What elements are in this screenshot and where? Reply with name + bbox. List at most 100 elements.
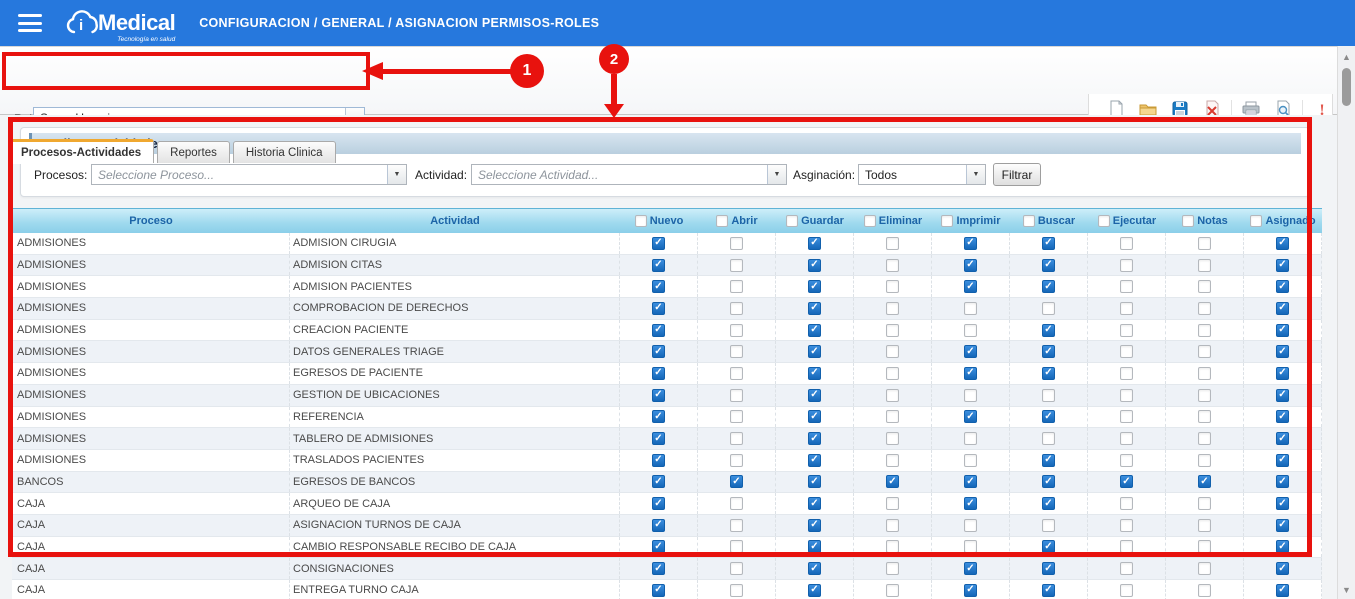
notas-checkbox[interactable]	[1198, 367, 1211, 380]
imprimir-checkbox[interactable]	[964, 345, 977, 358]
imprimir-checkbox[interactable]	[964, 237, 977, 250]
imprimir-checkbox[interactable]	[964, 519, 977, 532]
abrir-checkbox[interactable]	[730, 540, 743, 553]
asignado-checkbox[interactable]	[1276, 562, 1289, 575]
buscar-checkbox[interactable]	[1042, 280, 1055, 293]
buscar-checkbox[interactable]	[1042, 345, 1055, 358]
eliminar-checkbox[interactable]	[886, 475, 899, 488]
notas-checkbox[interactable]	[1198, 259, 1211, 272]
eliminar-checkbox[interactable]	[886, 454, 899, 467]
asignado-checkbox[interactable]	[1276, 519, 1289, 532]
imprimir-checkbox[interactable]	[964, 475, 977, 488]
vertical-scrollbar[interactable]: ▲ ▼	[1337, 46, 1355, 599]
guardar-checkbox[interactable]	[808, 237, 821, 250]
select-all-notas-checkbox[interactable]	[1182, 215, 1194, 227]
imprimir-checkbox[interactable]	[964, 280, 977, 293]
ejecutar-checkbox[interactable]	[1120, 540, 1133, 553]
ejecutar-checkbox[interactable]	[1120, 302, 1133, 315]
guardar-checkbox[interactable]	[808, 280, 821, 293]
imprimir-checkbox[interactable]	[964, 324, 977, 337]
scrollbar-thumb[interactable]	[1342, 68, 1351, 106]
abrir-checkbox[interactable]	[730, 280, 743, 293]
abrir-checkbox[interactable]	[730, 519, 743, 532]
notas-checkbox[interactable]	[1198, 410, 1211, 423]
tab-reportes[interactable]: Reportes	[157, 141, 230, 163]
eliminar-checkbox[interactable]	[886, 432, 899, 445]
asignado-checkbox[interactable]	[1276, 584, 1289, 597]
guardar-checkbox[interactable]	[808, 389, 821, 402]
buscar-checkbox[interactable]	[1042, 519, 1055, 532]
nuevo-checkbox[interactable]	[652, 519, 665, 532]
asignado-checkbox[interactable]	[1276, 410, 1289, 423]
notas-checkbox[interactable]	[1198, 454, 1211, 467]
abrir-checkbox[interactable]	[730, 562, 743, 575]
buscar-checkbox[interactable]	[1042, 540, 1055, 553]
select-all-buscar-checkbox[interactable]	[1023, 215, 1035, 227]
eliminar-checkbox[interactable]	[886, 345, 899, 358]
guardar-checkbox[interactable]	[808, 345, 821, 358]
nuevo-checkbox[interactable]	[652, 237, 665, 250]
asignado-checkbox[interactable]	[1276, 540, 1289, 553]
notas-checkbox[interactable]	[1198, 345, 1211, 358]
select-all-imprimir-checkbox[interactable]	[941, 215, 953, 227]
buscar-checkbox[interactable]	[1042, 432, 1055, 445]
nuevo-checkbox[interactable]	[652, 562, 665, 575]
buscar-checkbox[interactable]	[1042, 410, 1055, 423]
column-header-actividad[interactable]: Actividad	[290, 215, 620, 227]
select-all-nuevo-checkbox[interactable]	[635, 215, 647, 227]
abrir-checkbox[interactable]	[730, 389, 743, 402]
nuevo-checkbox[interactable]	[652, 454, 665, 467]
imprimir-checkbox[interactable]	[964, 454, 977, 467]
ejecutar-checkbox[interactable]	[1120, 389, 1133, 402]
eliminar-checkbox[interactable]	[886, 367, 899, 380]
procesos-select[interactable]: Seleccione Proceso... ▼	[91, 164, 407, 185]
abrir-checkbox[interactable]	[730, 475, 743, 488]
guardar-checkbox[interactable]	[808, 562, 821, 575]
nuevo-checkbox[interactable]	[652, 389, 665, 402]
notas-checkbox[interactable]	[1198, 562, 1211, 575]
abrir-checkbox[interactable]	[730, 584, 743, 597]
imprimir-checkbox[interactable]	[964, 302, 977, 315]
buscar-checkbox[interactable]	[1042, 454, 1055, 467]
buscar-checkbox[interactable]	[1042, 302, 1055, 315]
select-all-ejecutar-checkbox[interactable]	[1098, 215, 1110, 227]
asignado-checkbox[interactable]	[1276, 454, 1289, 467]
abrir-checkbox[interactable]	[730, 497, 743, 510]
eliminar-checkbox[interactable]	[886, 497, 899, 510]
buscar-checkbox[interactable]	[1042, 259, 1055, 272]
guardar-checkbox[interactable]	[808, 367, 821, 380]
asignado-checkbox[interactable]	[1276, 497, 1289, 510]
abrir-checkbox[interactable]	[730, 345, 743, 358]
nuevo-checkbox[interactable]	[652, 302, 665, 315]
abrir-checkbox[interactable]	[730, 432, 743, 445]
eliminar-checkbox[interactable]	[886, 410, 899, 423]
abrir-checkbox[interactable]	[730, 454, 743, 467]
guardar-checkbox[interactable]	[808, 432, 821, 445]
imprimir-checkbox[interactable]	[964, 389, 977, 402]
filtrar-button[interactable]: Filtrar	[993, 163, 1041, 186]
notas-checkbox[interactable]	[1198, 237, 1211, 250]
ejecutar-checkbox[interactable]	[1120, 410, 1133, 423]
imprimir-checkbox[interactable]	[964, 584, 977, 597]
guardar-checkbox[interactable]	[808, 584, 821, 597]
buscar-checkbox[interactable]	[1042, 389, 1055, 402]
buscar-checkbox[interactable]	[1042, 367, 1055, 380]
guardar-checkbox[interactable]	[808, 475, 821, 488]
guardar-checkbox[interactable]	[808, 324, 821, 337]
ejecutar-checkbox[interactable]	[1120, 562, 1133, 575]
guardar-checkbox[interactable]	[808, 302, 821, 315]
tab-historia-clinica[interactable]: Historia Clinica	[233, 141, 336, 163]
imprimir-checkbox[interactable]	[964, 497, 977, 510]
notas-checkbox[interactable]	[1198, 280, 1211, 293]
abrir-checkbox[interactable]	[730, 324, 743, 337]
nuevo-checkbox[interactable]	[652, 367, 665, 380]
imprimir-checkbox[interactable]	[964, 540, 977, 553]
column-header-proceso[interactable]: Proceso	[12, 215, 290, 227]
ejecutar-checkbox[interactable]	[1120, 280, 1133, 293]
ejecutar-checkbox[interactable]	[1120, 475, 1133, 488]
select-all-abrir-checkbox[interactable]	[716, 215, 728, 227]
ejecutar-checkbox[interactable]	[1120, 345, 1133, 358]
chevron-down-icon[interactable]: ▼	[767, 165, 786, 184]
notas-checkbox[interactable]	[1198, 302, 1211, 315]
nuevo-checkbox[interactable]	[652, 540, 665, 553]
